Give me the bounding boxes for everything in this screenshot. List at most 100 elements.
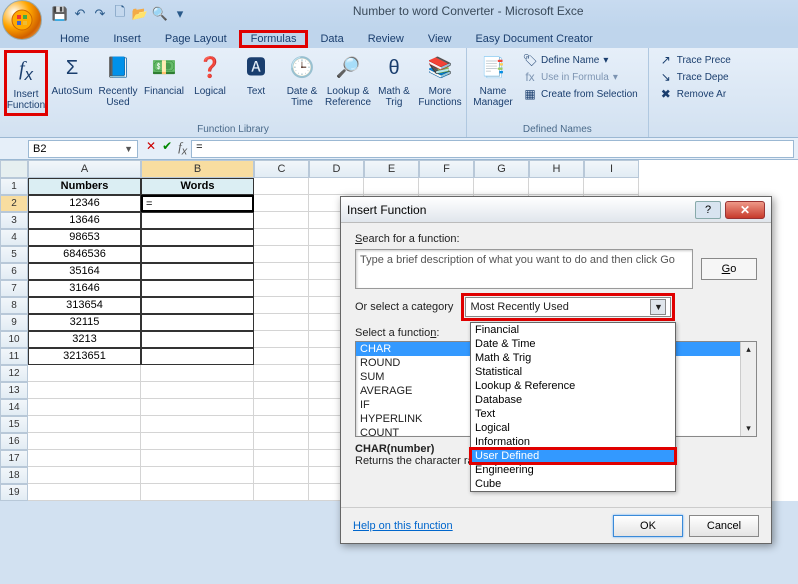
cell[interactable]: Words — [141, 178, 254, 195]
category-dropdown[interactable]: FinancialDate & TimeMath & TrigStatistic… — [470, 322, 676, 492]
cell[interactable] — [254, 348, 309, 365]
math-trig-button[interactable]: θ Math & Trig — [372, 50, 416, 110]
redo-icon[interactable]: ↷ — [92, 6, 108, 22]
row-header[interactable]: 15 — [0, 416, 28, 433]
cell[interactable] — [254, 416, 309, 433]
tab-insert[interactable]: Insert — [101, 30, 153, 48]
date-time-button[interactable]: 🕒 Date & Time — [280, 50, 324, 110]
cell[interactable]: 13646 — [28, 212, 141, 229]
cell[interactable] — [254, 212, 309, 229]
row-header[interactable]: 11 — [0, 348, 28, 365]
qat-dropdown-icon[interactable]: ▾ — [172, 6, 188, 22]
cell[interactable] — [141, 348, 254, 365]
cell[interactable] — [28, 484, 141, 501]
col-header-d[interactable]: D — [309, 160, 364, 178]
col-header-a[interactable]: A — [28, 160, 141, 178]
cell[interactable] — [254, 467, 309, 484]
logical-button[interactable]: ❓ Logical — [188, 50, 232, 99]
listbox-scrollbar[interactable]: ▴▾ — [740, 342, 756, 436]
define-name-button[interactable]: 🏷Define Name ▾ — [521, 52, 640, 68]
cell[interactable] — [254, 450, 309, 467]
text-button[interactable]: 🅰 Text — [234, 50, 278, 99]
row-header[interactable]: 18 — [0, 467, 28, 484]
search-function-input[interactable]: Type a brief description of what you wan… — [355, 249, 693, 289]
category-option[interactable]: Financial — [471, 323, 675, 337]
cell[interactable] — [254, 263, 309, 280]
cell[interactable] — [28, 416, 141, 433]
row-header[interactable]: 7 — [0, 280, 28, 297]
chevron-down-icon[interactable]: ▼ — [650, 299, 666, 315]
recently-used-button[interactable]: 📘 Recently Used — [96, 50, 140, 110]
category-option[interactable]: Math & Trig — [471, 351, 675, 365]
category-option[interactable]: Database — [471, 393, 675, 407]
col-header-i[interactable]: I — [584, 160, 639, 178]
category-option[interactable]: Text — [471, 407, 675, 421]
accept-formula-icon[interactable]: ✔ — [162, 139, 172, 158]
cell[interactable]: 313654 — [28, 297, 141, 314]
cell[interactable] — [474, 178, 529, 195]
cell[interactable] — [141, 467, 254, 484]
cell[interactable] — [141, 297, 254, 314]
cell[interactable]: 3213 — [28, 331, 141, 348]
cell[interactable] — [254, 229, 309, 246]
tab-view[interactable]: View — [416, 30, 464, 48]
cell[interactable]: 31646 — [28, 280, 141, 297]
cell[interactable] — [141, 280, 254, 297]
cell[interactable] — [28, 399, 141, 416]
cell[interactable] — [254, 195, 309, 212]
category-option[interactable]: Information — [471, 435, 675, 449]
row-header[interactable]: 1 — [0, 178, 28, 195]
cell[interactable] — [141, 331, 254, 348]
row-header[interactable]: 12 — [0, 365, 28, 382]
row-header[interactable]: 5 — [0, 246, 28, 263]
cell[interactable] — [309, 178, 364, 195]
scroll-down-icon[interactable]: ▾ — [746, 423, 751, 434]
open-icon[interactable]: 📂 — [132, 6, 148, 22]
cell[interactable]: 12346 — [28, 195, 141, 212]
cell[interactable] — [141, 450, 254, 467]
fx-button-icon[interactable]: fx — [178, 139, 187, 158]
cell[interactable] — [141, 484, 254, 501]
cell[interactable] — [141, 314, 254, 331]
cell[interactable] — [141, 365, 254, 382]
cell[interactable] — [254, 382, 309, 399]
cell[interactable] — [254, 365, 309, 382]
cell[interactable]: 35164 — [28, 263, 141, 280]
tab-formulas[interactable]: Formulas — [239, 30, 309, 48]
cell[interactable] — [141, 263, 254, 280]
cell[interactable] — [141, 433, 254, 450]
name-box[interactable]: B2 ▼ — [28, 140, 138, 158]
office-button[interactable] — [2, 0, 42, 40]
col-header-b[interactable]: B — [141, 160, 254, 178]
cell[interactable] — [254, 178, 309, 195]
scroll-up-icon[interactable]: ▴ — [746, 344, 751, 355]
cell[interactable] — [28, 382, 141, 399]
cell[interactable] — [254, 280, 309, 297]
category-option[interactable]: Cube — [471, 477, 675, 491]
row-header[interactable]: 6 — [0, 263, 28, 280]
dialog-help-button[interactable]: ? — [695, 201, 721, 219]
row-header[interactable]: 17 — [0, 450, 28, 467]
category-option[interactable]: Logical — [471, 421, 675, 435]
tab-review[interactable]: Review — [356, 30, 416, 48]
cell[interactable] — [141, 229, 254, 246]
insert-function-button[interactable]: fx Insert Function — [4, 50, 48, 116]
cell[interactable] — [254, 399, 309, 416]
cancel-button[interactable]: Cancel — [689, 515, 759, 537]
cell[interactable] — [364, 178, 419, 195]
category-option[interactable]: Lookup & Reference — [471, 379, 675, 393]
cell[interactable]: Numbers — [28, 178, 141, 195]
category-option[interactable]: Date & Time — [471, 337, 675, 351]
cancel-formula-icon[interactable]: ✕ — [146, 139, 156, 158]
row-header[interactable]: 3 — [0, 212, 28, 229]
financial-button[interactable]: 💵 Financial — [142, 50, 186, 99]
cell[interactable] — [141, 416, 254, 433]
cell[interactable]: = — [141, 195, 254, 212]
tab-home[interactable]: Home — [48, 30, 101, 48]
row-header[interactable]: 10 — [0, 331, 28, 348]
col-header-e[interactable]: E — [364, 160, 419, 178]
tab-data[interactable]: Data — [308, 30, 355, 48]
row-header[interactable]: 14 — [0, 399, 28, 416]
remove-arrows-button[interactable]: ✖Remove Ar — [657, 86, 733, 102]
create-from-selection-button[interactable]: ▦Create from Selection — [521, 86, 640, 102]
